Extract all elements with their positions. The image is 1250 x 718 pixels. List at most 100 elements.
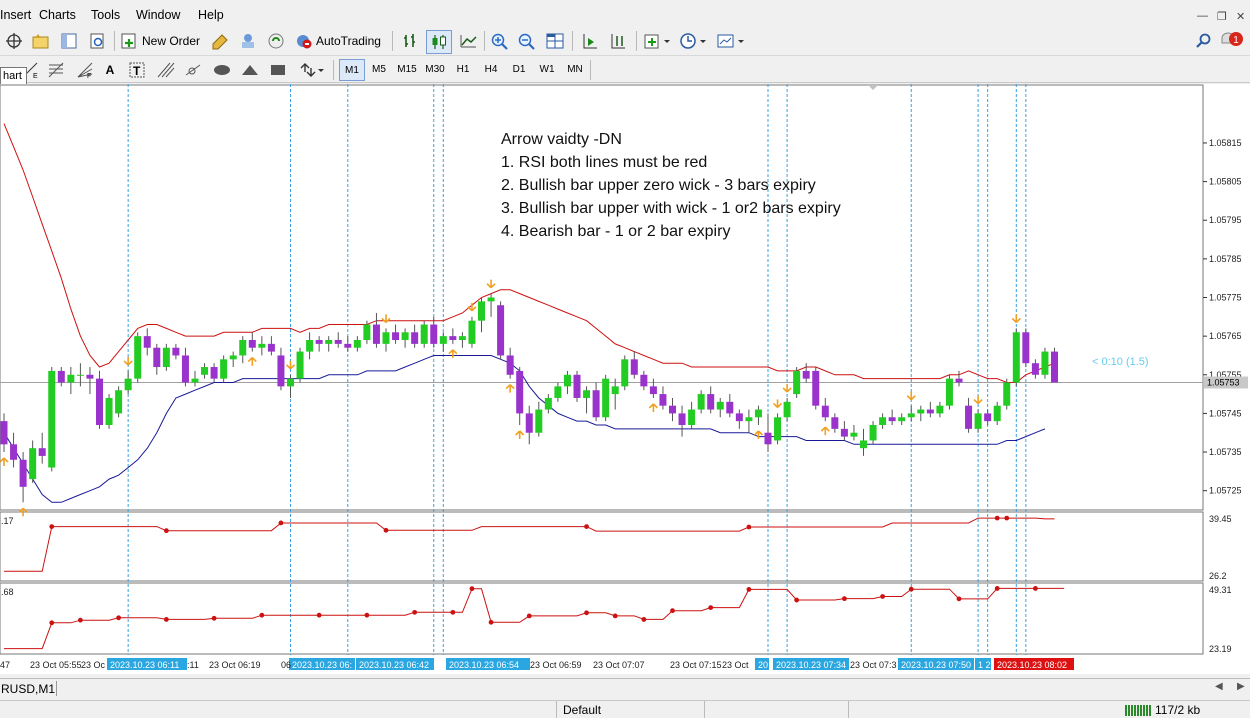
candle-body[interactable] xyxy=(392,332,400,340)
price-chart[interactable]: .17 39.45 26.2 .68 49.31 23.19 1.05815 1.05805… xyxy=(0,84,1250,674)
candle-body[interactable] xyxy=(458,336,466,340)
candle-body[interactable] xyxy=(745,417,753,422)
signals-icon[interactable] xyxy=(265,30,287,52)
candle-body[interactable] xyxy=(344,343,352,348)
search-icon[interactable] xyxy=(1193,30,1215,52)
candle-body[interactable] xyxy=(1003,382,1011,406)
candle-body[interactable] xyxy=(134,336,142,379)
candle-body[interactable] xyxy=(611,386,619,395)
candle-body[interactable] xyxy=(563,374,571,387)
chart-tab[interactable]: RUSD,M1 xyxy=(1,682,55,696)
candle-body[interactable] xyxy=(974,413,982,429)
candle-body[interactable] xyxy=(248,340,256,348)
candle-body[interactable] xyxy=(478,301,485,321)
candle-body[interactable] xyxy=(678,413,686,425)
candle-body[interactable] xyxy=(153,347,161,368)
candle-body[interactable] xyxy=(124,378,132,391)
candle-body[interactable] xyxy=(38,448,46,456)
scroll-right-icon[interactable]: ▶ xyxy=(1237,681,1245,692)
candle-body[interactable] xyxy=(315,340,323,344)
candle-body[interactable] xyxy=(879,417,887,425)
candle-body[interactable] xyxy=(229,355,237,360)
candle-body[interactable] xyxy=(525,413,533,433)
candle-body[interactable] xyxy=(258,343,266,348)
candle-body[interactable] xyxy=(363,324,371,340)
chart-window[interactable]: .17 39.45 26.2 .68 49.31 23.19 1.05815 1.05805… xyxy=(0,84,1250,674)
candle-body[interactable] xyxy=(296,351,304,379)
timeframe-mn[interactable]: MN xyxy=(563,59,587,79)
candle-body[interactable] xyxy=(783,401,791,418)
terminal-icon[interactable] xyxy=(237,30,259,52)
candle-body[interactable] xyxy=(1022,332,1030,364)
candle-body[interactable] xyxy=(411,332,419,344)
text-icon[interactable]: A xyxy=(100,59,120,81)
channel-icon[interactable] xyxy=(154,59,178,81)
candle-body[interactable] xyxy=(506,355,514,375)
profile-name[interactable]: Default xyxy=(563,703,601,717)
candle-body[interactable] xyxy=(812,370,820,406)
timeframe-d1[interactable]: D1 xyxy=(507,59,531,79)
candle-body[interactable] xyxy=(420,324,428,344)
candle-body[interactable] xyxy=(115,390,123,414)
menu-tools[interactable]: Tools xyxy=(91,8,120,22)
fibo-fan-icon[interactable]: F xyxy=(74,59,96,81)
candle-body[interactable] xyxy=(869,425,877,441)
menu-insert[interactable]: Insert xyxy=(0,8,31,22)
candle-body[interactable] xyxy=(29,448,37,480)
candle-body[interactable] xyxy=(143,336,151,348)
candle-body[interactable] xyxy=(201,367,209,375)
templates-icon[interactable] xyxy=(714,30,748,52)
print-preview-icon[interactable] xyxy=(86,30,108,52)
candle-body[interactable] xyxy=(716,401,724,410)
candle-body[interactable] xyxy=(955,378,963,383)
candle-body[interactable] xyxy=(583,390,591,398)
candle-body[interactable] xyxy=(659,394,667,406)
rectangle-icon[interactable] xyxy=(266,59,290,81)
candle-body[interactable] xyxy=(1012,332,1020,383)
candle-body[interactable] xyxy=(735,413,743,422)
candle-body[interactable] xyxy=(57,370,65,383)
candle-body[interactable] xyxy=(1051,351,1058,383)
candle-body[interactable] xyxy=(726,401,734,414)
metaeditor-icon[interactable] xyxy=(209,30,231,52)
candle-body[interactable] xyxy=(306,340,314,352)
auto-scroll-icon[interactable] xyxy=(606,30,630,52)
candle-body[interactable] xyxy=(353,340,361,348)
candle-body[interactable] xyxy=(468,320,476,344)
pitchfork-icon[interactable] xyxy=(182,59,206,81)
candle-body[interactable] xyxy=(554,386,562,398)
crosshair-icon[interactable] xyxy=(4,30,24,52)
candle-body[interactable] xyxy=(287,378,294,387)
candle-body[interactable] xyxy=(592,390,600,418)
timeframe-h4[interactable]: H4 xyxy=(479,59,503,79)
candle-body[interactable] xyxy=(907,413,915,418)
candle-body[interactable] xyxy=(831,417,839,429)
timeframe-m30[interactable]: M30 xyxy=(423,59,447,79)
candle-body[interactable] xyxy=(516,370,524,414)
autotrading-button[interactable]: AutoTrading xyxy=(293,30,385,52)
candle-body[interactable] xyxy=(602,378,610,418)
candle-body[interactable] xyxy=(649,386,657,395)
candle-body[interactable] xyxy=(898,417,906,422)
candle-body[interactable] xyxy=(220,359,228,379)
candle-body[interactable] xyxy=(965,405,973,429)
candle-body[interactable] xyxy=(802,370,810,379)
candle-body[interactable] xyxy=(76,374,84,376)
candle-body[interactable] xyxy=(0,421,8,445)
candle-body[interactable] xyxy=(860,440,867,449)
candle-body[interactable] xyxy=(239,340,247,356)
candle-body[interactable] xyxy=(401,332,409,340)
candle-body[interactable] xyxy=(754,409,762,418)
notifications-icon[interactable]: 1 xyxy=(1220,30,1246,52)
candle-body[interactable] xyxy=(669,405,676,414)
candle-body[interactable] xyxy=(697,394,705,410)
candle-body[interactable] xyxy=(210,367,218,379)
candle-body[interactable] xyxy=(840,428,848,437)
arrows-icon[interactable] xyxy=(296,59,326,81)
candle-body[interactable] xyxy=(267,343,275,352)
candle-body[interactable] xyxy=(630,359,638,375)
candle-body[interactable] xyxy=(688,409,696,425)
candle-body[interactable] xyxy=(707,394,715,410)
candle-body[interactable] xyxy=(430,324,438,344)
timeframe-m15[interactable]: M15 xyxy=(395,59,419,79)
